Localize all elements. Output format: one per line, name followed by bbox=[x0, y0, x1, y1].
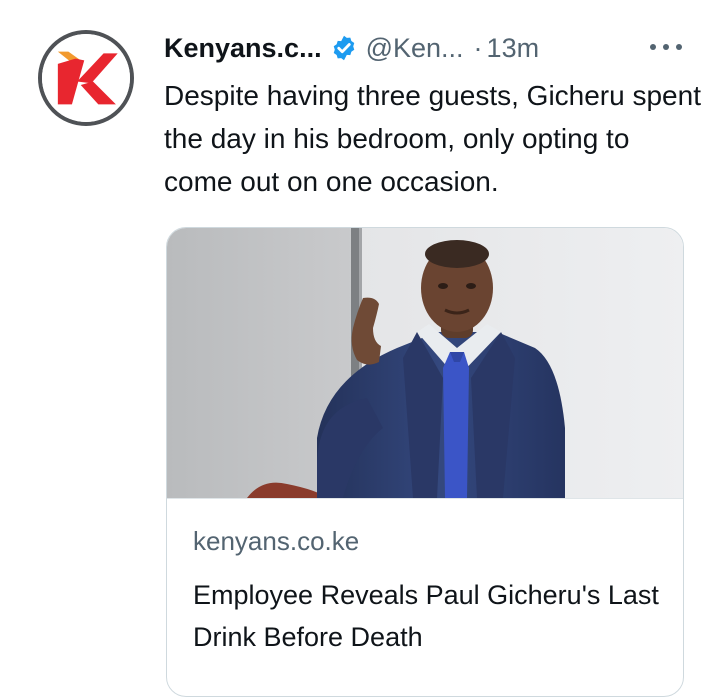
card-title: Employee Reveals Paul Gicheru's Last Dri… bbox=[193, 580, 659, 652]
more-options-icon[interactable] bbox=[646, 34, 686, 60]
more-dot bbox=[676, 44, 682, 50]
avatar[interactable] bbox=[38, 30, 134, 126]
author-name[interactable]: Kenyans.c... bbox=[164, 33, 322, 64]
card-image[interactable] bbox=[167, 228, 683, 498]
separator-dot: · bbox=[473, 32, 483, 63]
link-card[interactable]: kenyans.co.ke Employee Reveals Paul Gich… bbox=[166, 227, 684, 697]
tweet-timestamp[interactable]: 13m bbox=[487, 33, 540, 64]
man-in-suit-photo bbox=[167, 228, 683, 498]
more-dot bbox=[650, 44, 656, 50]
verified-badge-icon bbox=[330, 34, 358, 62]
card-domain: kenyans.co.ke bbox=[193, 526, 360, 556]
tweet-text: Despite having three guests, Gicheru spe… bbox=[164, 80, 701, 197]
card-divider bbox=[167, 498, 683, 499]
author-handle[interactable]: @Ken... bbox=[366, 33, 464, 64]
kenyans-logo-icon bbox=[42, 34, 130, 122]
more-dot bbox=[663, 44, 669, 50]
tweet-header: Kenyans.c... @Ken... · 13m bbox=[164, 28, 539, 68]
